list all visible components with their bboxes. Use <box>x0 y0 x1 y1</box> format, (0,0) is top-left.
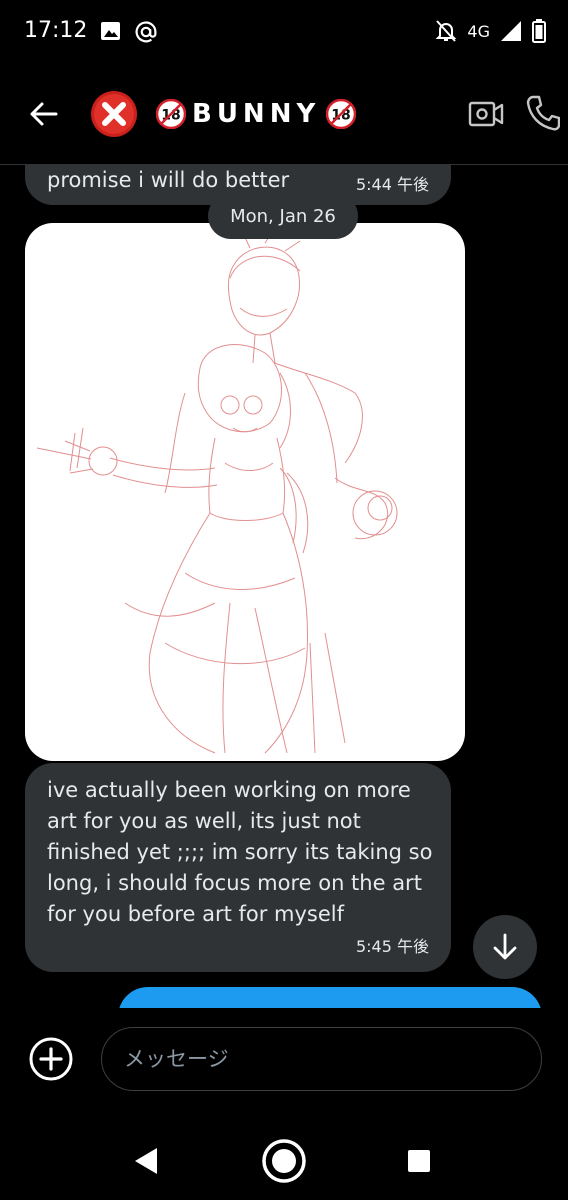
message-composer <box>0 1008 568 1108</box>
dm-screen: 17:12 4G BUNNY promise i will do better … <box>0 0 568 1200</box>
add-circle-icon[interactable] <box>28 1036 74 1082</box>
bell-off-icon <box>436 20 457 42</box>
message-input[interactable] <box>101 1027 542 1091</box>
title-text: BUNNY <box>192 99 321 129</box>
nav-back-icon[interactable] <box>132 1146 160 1176</box>
message-text: ive actually been working on more art fo… <box>47 778 433 926</box>
eighteen-plus-icon: 18 <box>156 99 186 129</box>
image-message[interactable] <box>25 223 465 761</box>
red-x-avatar-icon[interactable] <box>90 90 138 138</box>
signal-icon <box>501 21 521 41</box>
system-navigation-bar <box>0 1108 568 1200</box>
message-time: 5:44 午後 <box>355 175 429 194</box>
eighteen-plus-icon: 18 <box>326 99 357 129</box>
at-icon <box>135 21 157 43</box>
sketch-drawing-image <box>36 227 398 754</box>
incoming-message[interactable]: ive actually been working on more art fo… <box>25 763 451 972</box>
image-icon <box>101 22 120 40</box>
network-type: 4G <box>467 21 490 41</box>
status-time: 17:12 <box>24 18 88 43</box>
back-arrow-icon[interactable] <box>26 96 62 132</box>
status-icons: 4G <box>435 18 546 44</box>
conversation-header: 18 BUNNY 18 <box>0 64 568 165</box>
date-separator: Mon, Jan 26 <box>208 193 358 239</box>
video-call-icon[interactable] <box>468 96 504 132</box>
nav-recents-icon[interactable] <box>407 1149 431 1173</box>
nav-home-icon[interactable] <box>261 1138 307 1184</box>
scroll-to-bottom-button[interactable] <box>473 915 537 979</box>
conversation-title[interactable]: 18 BUNNY 18 <box>156 94 357 134</box>
message-time: 5:45 午後 <box>355 937 429 956</box>
outgoing-message[interactable] <box>118 987 542 1008</box>
arrow-down-icon <box>493 933 517 960</box>
phone-icon[interactable] <box>524 94 560 132</box>
message-text: promise i will do better <box>47 168 290 192</box>
message-list[interactable]: promise i will do better 5:44 午後 Mon, Ja… <box>0 165 568 1008</box>
battery-icon <box>532 19 546 43</box>
status-bar: 17:12 4G <box>0 0 568 64</box>
